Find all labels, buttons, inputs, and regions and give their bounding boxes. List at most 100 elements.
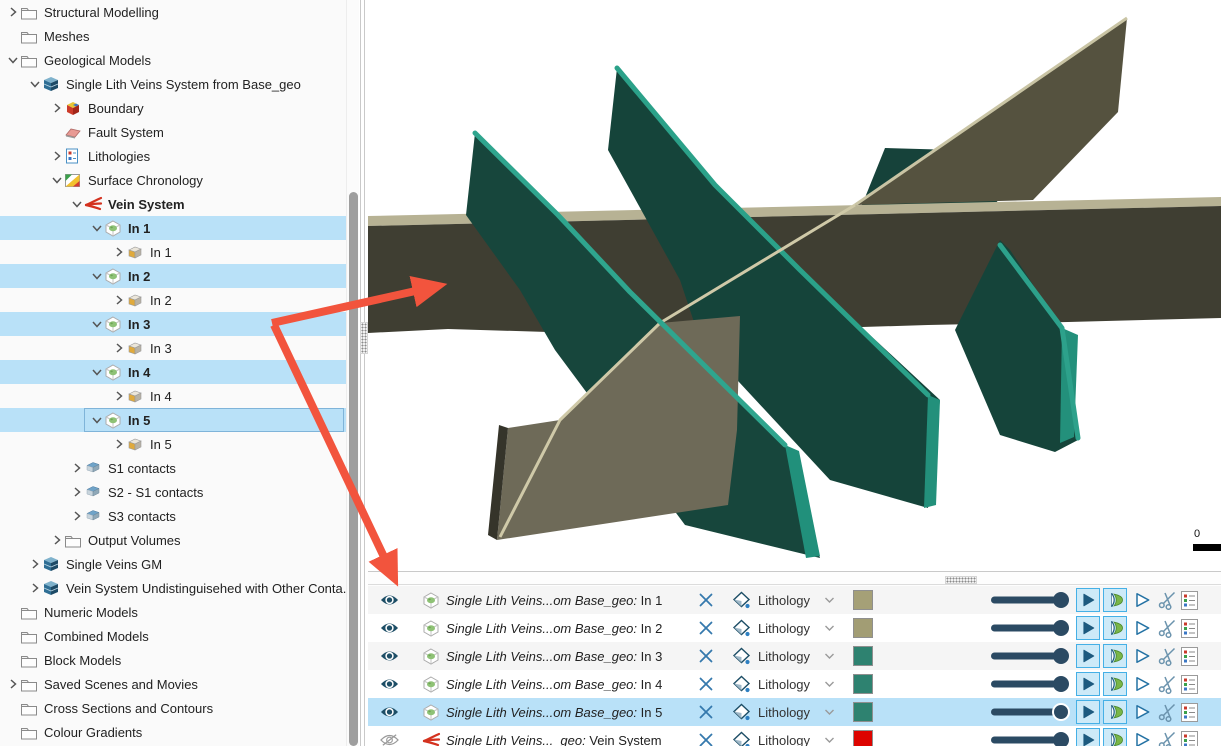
colour-option-dropdown[interactable]: Lithology — [758, 670, 820, 698]
tree-item-single-veins-gm[interactable]: Single Veins GM — [0, 552, 346, 576]
colour-swatch[interactable] — [853, 670, 873, 698]
tree-item-cross-sections-and-contours[interactable]: Cross Sections and Contours — [0, 696, 346, 720]
opacity-slider[interactable] — [989, 642, 1081, 670]
colour-swatch[interactable] — [853, 642, 873, 670]
legend-list-button[interactable] — [1181, 726, 1199, 746]
colour-swatch[interactable] — [853, 698, 873, 726]
tree-item-in-5[interactable]: In 5 — [0, 408, 346, 432]
chevron-collapsed-icon[interactable] — [112, 390, 126, 402]
chevron-expanded-icon[interactable] — [50, 174, 64, 186]
tree-item-s2-s1-contacts[interactable]: S2 - S1 contacts — [0, 480, 346, 504]
render-outline-button[interactable] — [1130, 586, 1154, 614]
flat-shading-button[interactable] — [1103, 614, 1127, 642]
colour-option-dropdown[interactable]: Lithology — [758, 614, 820, 642]
chevron-collapsed-icon[interactable] — [112, 294, 126, 306]
legend-list-button[interactable] — [1181, 670, 1199, 698]
tree-item-in-4[interactable]: In 4 — [0, 360, 346, 384]
opacity-slider[interactable] — [989, 698, 1081, 726]
tree-item-s1-contacts[interactable]: S1 contacts — [0, 456, 346, 480]
vertical-splitter[interactable] — [359, 0, 368, 746]
colour-option-dropdown[interactable]: Lithology — [758, 642, 820, 670]
visibility-eye-icon[interactable] — [380, 614, 400, 642]
opacity-slider[interactable] — [989, 586, 1081, 614]
tree-item-in-2[interactable]: In 2 — [0, 288, 346, 312]
tree-item-in-4[interactable]: In 4 — [0, 384, 346, 408]
tree-item-surface-chronology[interactable]: Surface Chronology — [0, 168, 346, 192]
visibility-eye-icon[interactable] — [380, 698, 400, 726]
render-faces-button[interactable] — [1076, 586, 1100, 614]
colour-swatch[interactable] — [853, 586, 873, 614]
chevron-collapsed-icon[interactable] — [112, 246, 126, 258]
tree-scrollbar-thumb[interactable] — [349, 192, 358, 746]
chevron-expanded-icon[interactable] — [6, 54, 20, 66]
render-faces-button[interactable] — [1076, 670, 1100, 698]
remove-from-scene-button[interactable] — [698, 670, 718, 698]
chevron-expanded-icon[interactable] — [90, 222, 104, 234]
chevron-expanded-icon[interactable] — [90, 318, 104, 330]
slice-scissors-button[interactable] — [1156, 642, 1178, 670]
opacity-slider[interactable] — [989, 614, 1081, 642]
tree-item-saved-scenes-and-movies[interactable]: Saved Scenes and Movies — [0, 672, 346, 696]
remove-from-scene-button[interactable] — [698, 726, 718, 746]
slice-scissors-button[interactable] — [1156, 698, 1178, 726]
scene-3d-viewport[interactable]: 0 — [368, 0, 1221, 571]
legend-list-button[interactable] — [1181, 614, 1199, 642]
tree-scrollbar[interactable] — [346, 0, 360, 746]
chevron-collapsed-icon[interactable] — [70, 462, 84, 474]
shape-list-row[interactable]: Single Lith Veins...om Base_geo: In 3Lit… — [368, 642, 1221, 670]
tree-item-geological-models[interactable]: Geological Models — [0, 48, 346, 72]
vertical-splitter-handle[interactable] — [360, 322, 368, 354]
chevron-down-icon[interactable] — [824, 670, 838, 698]
tree-item-structural-modelling[interactable]: Structural Modelling — [0, 0, 346, 24]
tree-item-lithologies[interactable]: Lithologies — [0, 144, 346, 168]
tree-item-in-5[interactable]: In 5 — [0, 432, 346, 456]
horizontal-splitter-handle[interactable] — [945, 576, 977, 584]
visibility-eye-icon[interactable] — [380, 670, 400, 698]
chevron-collapsed-icon[interactable] — [112, 438, 126, 450]
chevron-down-icon[interactable] — [824, 642, 838, 670]
tree-item-boundary[interactable]: Boundary — [0, 96, 346, 120]
tree-item-s3-contacts[interactable]: S3 contacts — [0, 504, 346, 528]
shape-list-row[interactable]: Single Lith Veins...om Base_geo: In 1Lit… — [368, 586, 1221, 614]
horizontal-splitter[interactable] — [368, 571, 1221, 586]
render-faces-button[interactable] — [1076, 642, 1100, 670]
render-faces-button[interactable] — [1076, 614, 1100, 642]
chevron-expanded-icon[interactable] — [28, 78, 42, 90]
tree-item-fault-system[interactable]: Fault System — [0, 120, 346, 144]
remove-from-scene-button[interactable] — [698, 698, 718, 726]
colour-option-dropdown[interactable]: Lithology — [758, 698, 820, 726]
chevron-collapsed-icon[interactable] — [28, 558, 42, 570]
chevron-down-icon[interactable] — [824, 698, 838, 726]
slice-scissors-button[interactable] — [1156, 670, 1178, 698]
chevron-collapsed-icon[interactable] — [6, 6, 20, 18]
flat-shading-button[interactable] — [1103, 670, 1127, 698]
chevron-down-icon[interactable] — [824, 586, 838, 614]
shape-list-row[interactable]: Single Lith Veins...om Base_geo: In 2Lit… — [368, 614, 1221, 642]
chevron-collapsed-icon[interactable] — [112, 342, 126, 354]
flat-shading-button[interactable] — [1103, 698, 1127, 726]
tree-item-in-1[interactable]: In 1 — [0, 240, 346, 264]
render-faces-button[interactable] — [1076, 726, 1100, 746]
chevron-collapsed-icon[interactable] — [70, 510, 84, 522]
tree-item-combined-models[interactable]: Combined Models — [0, 624, 346, 648]
visibility-eye-icon[interactable] — [380, 642, 400, 670]
opacity-slider[interactable] — [989, 726, 1081, 746]
legend-list-button[interactable] — [1181, 586, 1199, 614]
render-outline-button[interactable] — [1130, 698, 1154, 726]
chevron-expanded-icon[interactable] — [90, 414, 104, 426]
slice-scissors-button[interactable] — [1156, 586, 1178, 614]
colour-option-dropdown[interactable]: Lithology — [758, 586, 820, 614]
remove-from-scene-button[interactable] — [698, 642, 718, 670]
legend-list-button[interactable] — [1181, 698, 1199, 726]
render-outline-button[interactable] — [1130, 726, 1154, 746]
chevron-collapsed-icon[interactable] — [6, 678, 20, 690]
tree-item-meshes[interactable]: Meshes — [0, 24, 346, 48]
tree-item-output-volumes[interactable]: Output Volumes — [0, 528, 346, 552]
tree-item-vein-system[interactable]: Vein System — [0, 192, 346, 216]
chevron-collapsed-icon[interactable] — [50, 150, 64, 162]
tree-item-colour-gradients[interactable]: Colour Gradients — [0, 720, 346, 744]
tree-item-numeric-models[interactable]: Numeric Models — [0, 600, 346, 624]
tree-item-in-1[interactable]: In 1 — [0, 216, 346, 240]
colour-swatch[interactable] — [853, 726, 873, 746]
chevron-down-icon[interactable] — [824, 726, 838, 746]
